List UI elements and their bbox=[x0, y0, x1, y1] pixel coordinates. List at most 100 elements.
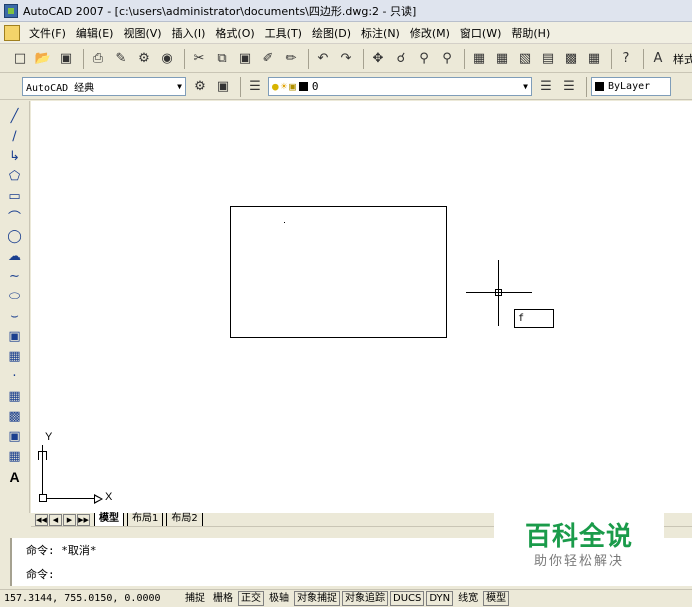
print-icon[interactable]: ⎙ bbox=[88, 49, 108, 69]
text-style-label[interactable]: 样式 bbox=[673, 51, 692, 67]
menu-tools[interactable]: 工具(T) bbox=[260, 25, 307, 41]
toolbar-separator bbox=[643, 48, 644, 69]
polar-toggle[interactable]: 极轴 bbox=[266, 591, 292, 606]
properties-icon[interactable]: ▦ bbox=[469, 49, 489, 69]
copy-icon[interactable]: ⧉ bbox=[212, 49, 232, 69]
pan-icon[interactable]: ✥ bbox=[368, 49, 388, 69]
menu-help[interactable]: 帮助(H) bbox=[506, 25, 555, 41]
help-icon[interactable]: ? bbox=[616, 49, 636, 69]
hatch-icon[interactable]: ▦ bbox=[5, 387, 25, 406]
menu-modify[interactable]: 修改(M) bbox=[405, 25, 455, 41]
lineweight-toggle[interactable]: 线宽 bbox=[455, 591, 482, 606]
new-file-icon[interactable]: □ bbox=[10, 49, 30, 69]
design-center-icon[interactable]: ▦ bbox=[492, 49, 512, 69]
layer-previous-icon[interactable]: ☰ bbox=[559, 77, 579, 97]
ducs-toggle[interactable]: DUCS bbox=[390, 591, 425, 606]
next-tab-icon[interactable]: ▶ bbox=[63, 513, 76, 526]
rectangle-entity[interactable] bbox=[230, 206, 447, 338]
command-prompt[interactable]: 命令: bbox=[26, 566, 55, 582]
zoom-realtime-icon[interactable]: ☌ bbox=[391, 49, 411, 69]
arc-icon[interactable]: ⌒ bbox=[5, 207, 25, 226]
menu-window[interactable]: 窗口(W) bbox=[455, 25, 506, 41]
cut-icon[interactable]: ✂ bbox=[189, 49, 209, 69]
region-icon[interactable]: ▣ bbox=[5, 427, 25, 446]
menu-dimension[interactable]: 标注(N) bbox=[356, 25, 405, 41]
watermark-logo: 百科全说 助你轻松解决 bbox=[494, 506, 664, 586]
ellipse-icon[interactable]: ⬭ bbox=[5, 287, 25, 306]
make-current-layer-icon[interactable]: ☰ bbox=[536, 77, 556, 97]
menu-file[interactable]: 文件(F) bbox=[24, 25, 71, 41]
tab-model[interactable]: 模型 bbox=[94, 513, 124, 526]
color-dropdown[interactable]: ByLayer bbox=[591, 77, 671, 96]
revision-cloud-icon[interactable]: ☁ bbox=[5, 247, 25, 266]
menu-draw[interactable]: 绘图(D) bbox=[307, 25, 356, 41]
last-tab-icon[interactable]: ▶▶ bbox=[77, 513, 90, 526]
workspace-save-icon[interactable]: ▣ bbox=[213, 77, 233, 97]
spline-icon[interactable]: ∼ bbox=[5, 267, 25, 286]
menu-edit[interactable]: 编辑(E) bbox=[71, 25, 119, 41]
ucs-x-label: X bbox=[105, 491, 113, 503]
chevron-down-icon: ▼ bbox=[177, 82, 182, 91]
calculator-icon[interactable]: ▦ bbox=[584, 49, 604, 69]
color-label: ByLayer bbox=[608, 81, 651, 92]
open-file-icon[interactable]: 📂 bbox=[33, 49, 53, 69]
otrack-toggle[interactable]: 对象追踪 bbox=[342, 591, 388, 606]
toolbar-separator bbox=[184, 48, 185, 69]
zoom-window-icon[interactable]: ⚲ bbox=[414, 49, 434, 69]
menu-format[interactable]: 格式(O) bbox=[210, 25, 259, 41]
block-editor-icon[interactable]: ✏ bbox=[281, 49, 301, 69]
workspace-settings-icon[interactable]: ⚙ bbox=[190, 77, 210, 97]
circle-icon[interactable]: ◯ bbox=[5, 227, 25, 246]
make-block-icon[interactable]: ▦ bbox=[5, 347, 25, 366]
osnap-toggle[interactable]: 对象捕捉 bbox=[294, 591, 340, 606]
sun-icon: ☀ bbox=[280, 80, 288, 93]
workspace-dropdown[interactable]: AutoCAD 经典 ▼ bbox=[22, 77, 186, 96]
zoom-previous-icon[interactable]: ⚲ bbox=[437, 49, 457, 69]
tab-layout2[interactable]: 布局2 bbox=[166, 513, 203, 526]
match-properties-icon[interactable]: ✐ bbox=[258, 49, 278, 69]
toolbar-separator bbox=[586, 76, 587, 97]
prev-tab-icon[interactable]: ◀ bbox=[49, 513, 62, 526]
model-toggle[interactable]: 模型 bbox=[483, 591, 510, 606]
menu-insert[interactable]: 插入(I) bbox=[167, 25, 211, 41]
menu-view[interactable]: 视图(V) bbox=[118, 25, 166, 41]
layer-dropdown[interactable]: ● ☀ ▣ 0 ▼ bbox=[268, 77, 532, 96]
rectangle-icon[interactable]: ▭ bbox=[5, 187, 25, 206]
snap-toggle[interactable]: 捕捉 bbox=[182, 591, 208, 606]
construction-line-icon[interactable]: ∕ bbox=[5, 127, 25, 146]
multiline-text-icon[interactable]: A bbox=[5, 467, 25, 486]
polygon-icon[interactable]: ⬠ bbox=[5, 167, 25, 186]
tool-palettes-icon[interactable]: ▧ bbox=[515, 49, 535, 69]
polyline-icon[interactable]: ↳ bbox=[5, 147, 25, 166]
paste-icon[interactable]: ▣ bbox=[235, 49, 255, 69]
undo-icon[interactable]: ↶ bbox=[313, 49, 333, 69]
dynamic-input-field[interactable]: f bbox=[514, 309, 554, 328]
tab-layout1[interactable]: 布局1 bbox=[127, 513, 164, 526]
autocad-logo-icon bbox=[4, 3, 18, 18]
print-preview-icon[interactable]: ✎ bbox=[111, 49, 131, 69]
ellipse-arc-icon[interactable]: ⌣ bbox=[5, 307, 25, 326]
first-tab-icon[interactable]: ◀◀ bbox=[35, 513, 48, 526]
sheet-set-icon[interactable]: ▤ bbox=[538, 49, 558, 69]
save-icon[interactable]: ▣ bbox=[56, 49, 76, 69]
document-icon[interactable] bbox=[4, 24, 20, 41]
point-icon[interactable]: · bbox=[5, 367, 25, 386]
publish-icon[interactable]: ⚙ bbox=[134, 49, 154, 69]
table-icon[interactable]: ▦ bbox=[5, 447, 25, 466]
toolbar-separator bbox=[464, 48, 465, 69]
text-style-icon[interactable]: A bbox=[648, 49, 668, 69]
3d-dwf-icon[interactable]: ◉ bbox=[157, 49, 177, 69]
ortho-toggle[interactable]: 正交 bbox=[238, 591, 264, 606]
insert-block-icon[interactable]: ▣ bbox=[5, 327, 25, 346]
gradient-icon[interactable]: ▩ bbox=[5, 407, 25, 426]
ucs-y-arrow bbox=[38, 451, 47, 460]
grid-toggle[interactable]: 栅格 bbox=[210, 591, 236, 606]
crosshair-pickbox bbox=[495, 289, 502, 296]
line-icon[interactable]: ╱ bbox=[5, 107, 25, 126]
dyn-toggle[interactable]: DYN bbox=[426, 591, 454, 606]
drawing-canvas[interactable]: f Y X bbox=[31, 101, 692, 513]
layer-manager-icon[interactable]: ☰ bbox=[245, 77, 265, 97]
redo-icon[interactable]: ↷ bbox=[336, 49, 356, 69]
markup-icon[interactable]: ▩ bbox=[561, 49, 581, 69]
coordinate-readout[interactable]: 157.3144, 755.0150, 0.0000 bbox=[4, 593, 182, 604]
